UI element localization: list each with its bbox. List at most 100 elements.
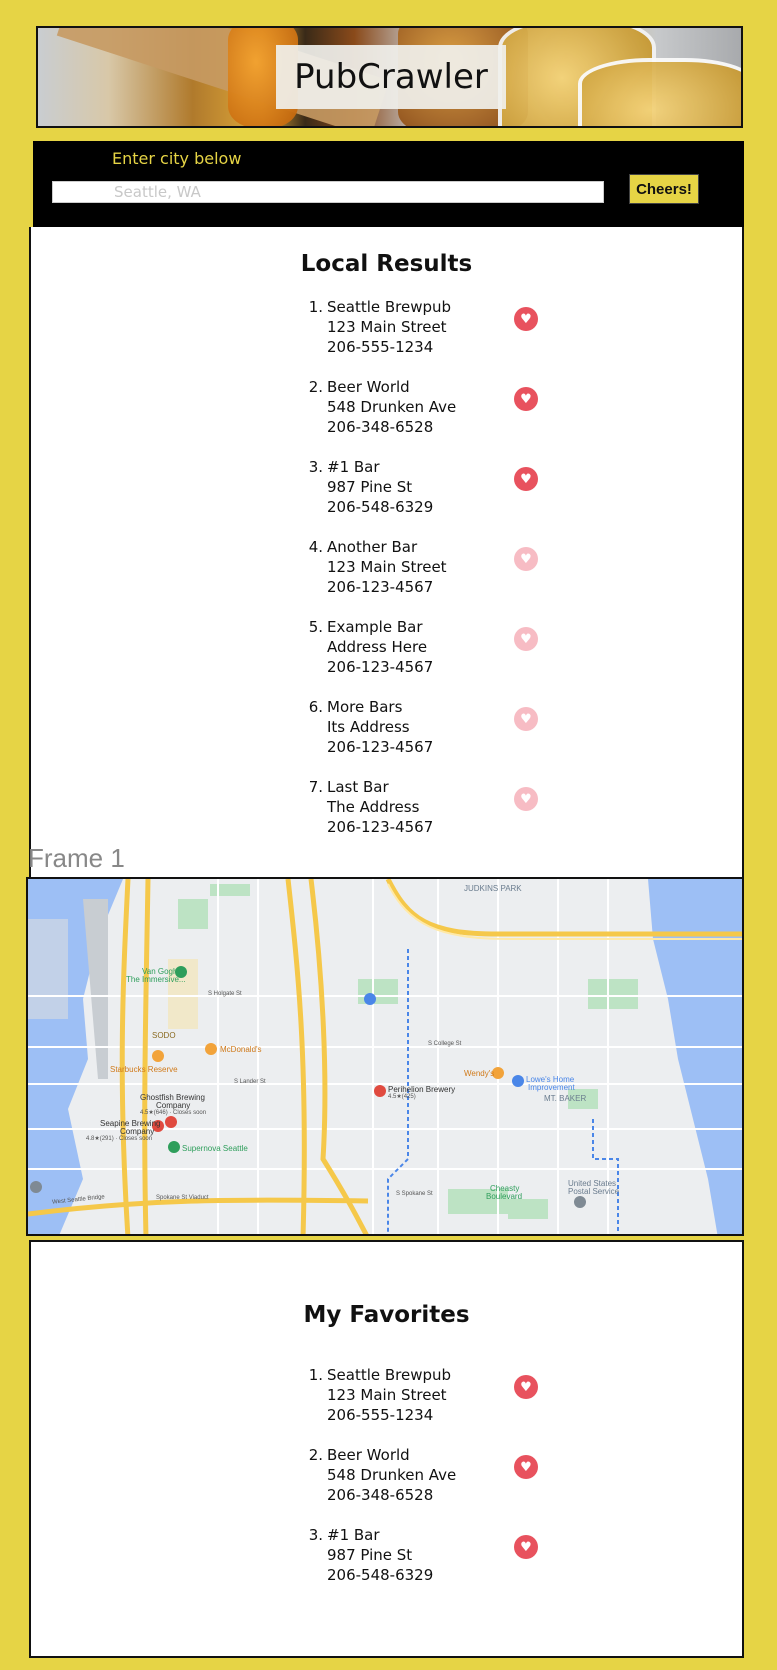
heart-icon[interactable]: ♥: [514, 387, 538, 411]
bar-phone: 206-123-4567: [327, 738, 434, 756]
bar-number: 7.: [308, 778, 323, 796]
map-labels: JUDKINS PARK Van Gogh: The Immersive... …: [28, 879, 742, 1234]
map-label: 4.5★(646) · Closes soon: [140, 1110, 207, 1116]
bar-number: 1.: [308, 298, 323, 316]
bar-phone: 206-123-4567: [327, 818, 434, 836]
heart-icon[interactable]: ♥: [514, 627, 538, 651]
bar-number: 4.: [308, 538, 323, 556]
favorites-title: My Favorites: [303, 1302, 470, 1328]
bar-address: The Address: [327, 798, 420, 816]
bar-title: 1. Seattle Brewpub: [299, 1365, 451, 1385]
heart-glyph: ♥: [520, 471, 532, 487]
bar-number: 2.: [308, 1446, 323, 1464]
list-item[interactable]: 3. #1 Bar 987 Pine St 206-548-6329 ♥: [31, 1525, 742, 1591]
cheers-button[interactable]: Cheers!: [629, 174, 699, 204]
bar-name: Beer World: [327, 1446, 410, 1464]
heart-icon[interactable]: ♥: [514, 1375, 538, 1399]
bar-number: 2.: [308, 378, 323, 396]
bar-title: 2. Beer World: [299, 1445, 410, 1465]
bar-phone: 206-348-6528: [327, 418, 434, 436]
bar-name: Example Bar: [327, 618, 423, 636]
list-item[interactable]: 2. Beer World 548 Drunken Ave 206-348-6528 ♥: [31, 377, 742, 443]
bar-address: 987 Pine St: [327, 1546, 413, 1564]
header-banner: PubCrawler: [36, 26, 743, 128]
banner-photo-glass: [578, 58, 741, 126]
heart-glyph: ♥: [520, 311, 532, 327]
map-label: West Seattle Bridge: [51, 1194, 106, 1206]
map-label: Postal Service: [568, 1187, 620, 1196]
map-label: 4.8★(291) · Closes soon: [86, 1136, 153, 1142]
bar-name: More Bars: [327, 698, 403, 716]
list-item[interactable]: 4. Another Bar 123 Main Street 206-123-4567…: [31, 537, 742, 603]
heart-glyph: ♥: [520, 1539, 532, 1555]
bar-address: Address Here: [327, 638, 428, 656]
heart-icon[interactable]: ♥: [514, 707, 538, 731]
bar-title: 3. #1 Bar: [299, 1525, 380, 1545]
map-label: Supernova Seattle: [182, 1144, 248, 1153]
heart-icon[interactable]: ♥: [514, 307, 538, 331]
bar-phone: 206-348-6528: [327, 1486, 434, 1504]
frame-label: Frame 1: [28, 843, 125, 873]
map-view[interactable]: JUDKINS PARK Van Gogh: The Immersive... …: [26, 877, 744, 1236]
list-item[interactable]: 6. More Bars Its Address 206-123-4567 ♥: [31, 697, 742, 763]
bar-title: 2. Beer World: [299, 377, 410, 397]
bar-name: #1 Bar: [327, 458, 380, 476]
bar-name: Seattle Brewpub: [327, 1366, 452, 1384]
heart-icon[interactable]: ♥: [514, 1455, 538, 1479]
bar-address: 548 Drunken Ave: [327, 1466, 457, 1484]
map-label: JUDKINS PARK: [464, 884, 522, 893]
bar-address: 123 Main Street: [327, 1386, 447, 1404]
app-title: PubCrawler: [276, 45, 506, 109]
local-results-title: Local Results: [300, 251, 473, 277]
list-item[interactable]: 2. Beer World 548 Drunken Ave 206-348-6528 ♥: [31, 1445, 742, 1511]
heart-icon[interactable]: ♥: [514, 787, 538, 811]
map-label: S Spokane St: [396, 1191, 433, 1197]
bar-phone: 206-555-1234: [327, 338, 434, 356]
list-item[interactable]: 3. #1 Bar 987 Pine St 206-548-6329 ♥: [31, 457, 742, 523]
list-item[interactable]: 5. Example Bar Address Here 206-123-4567 ♥: [31, 617, 742, 683]
city-search-input[interactable]: [52, 181, 604, 203]
map-label: SODO: [152, 1031, 176, 1040]
heart-icon[interactable]: ♥: [514, 1535, 538, 1559]
bar-address: 123 Main Street: [327, 558, 447, 576]
bar-title: 3. #1 Bar: [299, 457, 380, 477]
bar-phone: 206-548-6329: [327, 498, 434, 516]
favorites-panel: My Favorites 1. Seattle Brewpub 123 Main S…: [29, 1240, 744, 1658]
bar-phone: 206-123-4567: [327, 658, 434, 676]
bar-number: 6.: [308, 698, 323, 716]
bar-title: 7. Last Bar: [299, 777, 389, 797]
search-bar: Enter city below Cheers!: [33, 141, 744, 227]
heart-glyph: ♥: [520, 791, 532, 807]
map-label: 4.5★(425): [388, 1094, 416, 1100]
bar-title: 1. Seattle Brewpub: [299, 297, 451, 317]
bar-name: Last Bar: [327, 778, 389, 796]
bar-address: 548 Drunken Ave: [327, 398, 457, 416]
heart-glyph: ♥: [520, 391, 532, 407]
list-item[interactable]: 7. Last Bar The Address 206-123-4567 ♥: [31, 777, 742, 843]
list-item[interactable]: 1. Seattle Brewpub 123 Main Street 206-555-…: [31, 297, 742, 363]
heart-icon[interactable]: ♥: [514, 547, 538, 571]
bar-title: 4. Another Bar: [299, 537, 417, 557]
heart-icon[interactable]: ♥: [514, 467, 538, 491]
bar-name: Seattle Brewpub: [327, 298, 452, 316]
heart-glyph: ♥: [520, 1459, 532, 1475]
list-item[interactable]: 1. Seattle Brewpub 123 Main Street 206-555-…: [31, 1365, 742, 1431]
map-label: McDonald's: [220, 1045, 262, 1054]
map-label: Starbucks Reserve: [110, 1065, 178, 1074]
heart-glyph: ♥: [520, 551, 532, 567]
map-label: The Immersive...: [126, 975, 186, 984]
heart-glyph: ♥: [520, 631, 532, 647]
map-label: Wendy's: [464, 1069, 495, 1078]
bar-phone: 206-555-1234: [327, 1406, 434, 1424]
map-label: Spokane St Viaduct: [156, 1195, 209, 1201]
bar-address: 123 Main Street: [327, 318, 447, 336]
bar-number: 5.: [308, 618, 323, 636]
bar-name: Beer World: [327, 378, 410, 396]
map-label: S Lander St: [234, 1079, 266, 1085]
heart-glyph: ♥: [520, 1379, 532, 1395]
bar-title: 6. More Bars: [299, 697, 403, 717]
map-label: Improvement: [528, 1083, 575, 1092]
search-label: Enter city below: [112, 149, 242, 168]
heart-glyph: ♥: [520, 711, 532, 727]
bar-phone: 206-548-6329: [327, 1566, 434, 1584]
